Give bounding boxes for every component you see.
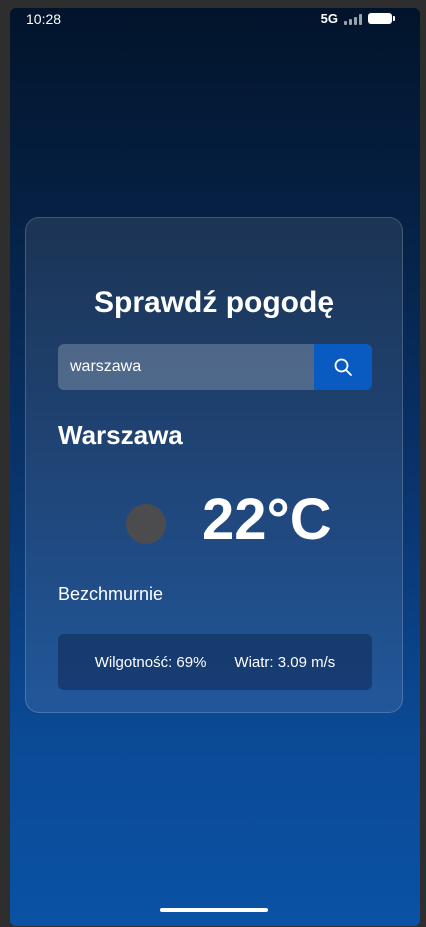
device-frame: 10:28 5G Sprawdź pogodę warszawa Warszaw… — [0, 0, 426, 927]
city-search-input[interactable] — [58, 344, 314, 390]
weather-details: Wilgotność: 69% Wiatr: 3.09 m/s — [58, 634, 372, 690]
home-indicator[interactable] — [160, 908, 268, 912]
humidity-value: Wilgotność: 69% — [94, 653, 207, 671]
weather-card: Sprawdź pogodę Warszawa 22°C Bezchmurnie… — [25, 217, 403, 713]
signal-icon — [344, 13, 362, 25]
status-time: 10:28 — [26, 11, 62, 27]
network-type: 5G — [320, 11, 338, 26]
battery-icon — [368, 13, 395, 24]
city-name: Warszawa — [58, 420, 183, 450]
search-icon — [334, 358, 352, 376]
search-bar — [58, 344, 372, 390]
weather-condition-icon — [126, 504, 166, 544]
card-title: Sprawdź pogodę — [94, 286, 334, 319]
temperature-value: 22°C — [202, 487, 332, 552]
status-bar: 10:28 5G — [10, 8, 420, 32]
wind-value: Wiatr: 3.09 m/s — [234, 653, 336, 671]
status-indicators: 5G — [320, 11, 395, 26]
app-screen: 10:28 5G Sprawdź pogodę warszawa Warszaw… — [10, 8, 420, 926]
search-button[interactable] — [314, 344, 372, 390]
weather-description: Bezchmurnie — [58, 584, 164, 604]
